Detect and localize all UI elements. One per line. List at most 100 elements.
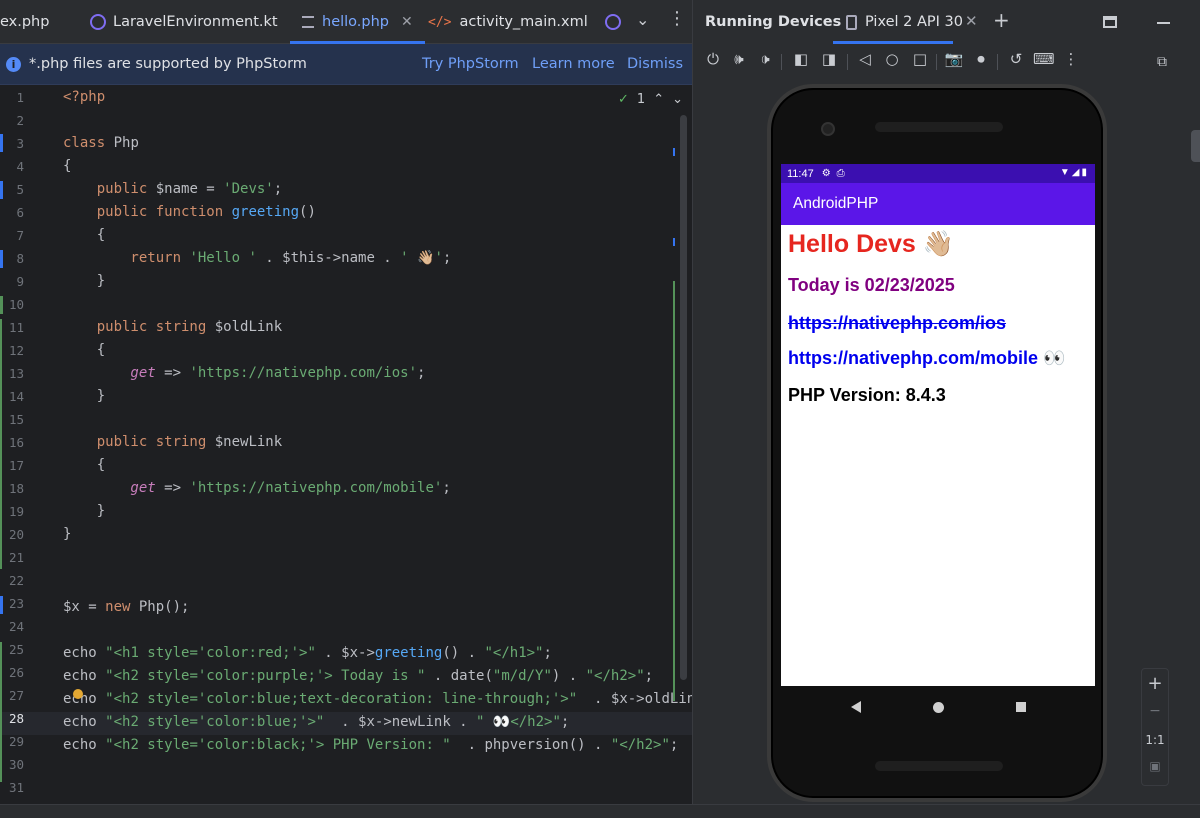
power-icon[interactable]: ⏻ [703,50,723,68]
greeting-heading: Hello Devs 👋🏼 [788,230,954,258]
volume-up-icon[interactable]: 🕪 [729,50,749,68]
zoom-in-button[interactable]: + [1142,673,1168,694]
back-icon[interactable]: ◁ [855,50,875,68]
snapshot-icon[interactable]: ↺ [1006,50,1026,68]
learn-more-link[interactable]: Learn more [532,56,615,72]
toolbar-separator [781,54,782,70]
plugin-banner: i *.php files are supported by PhpStorm … [0,44,692,85]
rotate-left-icon[interactable]: ◧ [791,50,811,68]
code-line: public string $oldLink [63,319,283,335]
info-icon: i [6,56,21,72]
nav-back-icon[interactable] [850,701,861,713]
code-line: { [63,158,72,174]
code-line: public string $newLink [63,434,283,450]
screenshot-icon[interactable]: 📷 [944,50,964,68]
ide-window: ex.php LaravelEnvironment.kt hello.php ✕ … [0,0,1200,818]
close-tab-icon[interactable]: ✕ [401,14,413,30]
status-bar [0,804,1200,818]
tab-device[interactable]: Pixel 2 API 30 [846,14,963,30]
line-number: 3 [16,136,24,151]
added-marker [0,319,2,569]
new-link-heading: https://nativephp.com/mobile 👀 [788,348,1066,368]
code-line: { [63,457,106,473]
line-number: 24 [8,619,24,634]
line-number: 10 [8,297,24,312]
line-number: 14 [8,389,24,404]
minimize-icon[interactable] [1157,22,1170,24]
line-number: 8 [16,251,24,266]
home-icon[interactable]: ○ [882,50,902,68]
line-number: 28 [8,711,24,726]
code-line: return 'Hello ' . $this->name . ' 👋🏼'; [63,250,452,266]
editor-tabbar: ex.php LaravelEnvironment.kt hello.php ✕ … [0,0,692,44]
extended-controls-icon[interactable]: ⌨ [1033,50,1055,68]
close-device-tab-icon[interactable]: ✕ [965,12,978,30]
class-tab-icon[interactable] [605,14,621,30]
line-number: 26 [8,665,24,680]
line-number: 20 [8,527,24,542]
device-toolbar: ⏻ 🕪 🕩 ◧ ◨ ◁ ○ □ 📷 ⏺ ↺ ⌨ ⋮ [693,50,1200,76]
front-camera [821,122,835,136]
code-line: echo "<h2 style='color:blue;text-decorat… [63,691,704,707]
tab-ex-php[interactable]: ex.php [0,0,49,44]
toolbar-separator [997,54,998,70]
intention-bulb-icon[interactable] [73,689,83,699]
zoom-fit-icon[interactable]: ▣ [1142,759,1168,773]
add-device-icon[interactable]: + [993,8,1010,32]
old-link-heading: https://nativephp.com/ios [788,313,1007,333]
tab-activity-main-xml[interactable]: </> activity_main.xml [428,0,588,44]
zoom-out-button[interactable]: − [1142,703,1168,719]
editor-pane: ex.php LaravelEnvironment.kt hello.php ✕ … [0,0,704,818]
panel-scrollbar[interactable] [1191,130,1200,162]
code-line: echo "<h1 style='color:red;'>" . $x->gre… [63,645,552,661]
volume-down-icon[interactable]: 🕩 [755,50,775,68]
kotlin-class-icon [90,14,106,30]
tab-label: hello.php [322,14,389,30]
line-number: 23 [8,596,24,611]
rotate-right-icon[interactable]: ◨ [819,50,839,68]
line-number: 17 [8,458,24,473]
code-line: get => 'https://nativephp.com/mobile'; [63,480,451,496]
status-icons: ⚙⎙ [821,168,851,179]
code-line: } [63,388,106,404]
more-options-icon[interactable]: ⋮ [1061,50,1081,68]
status-time: 11:47 [787,167,814,180]
editor-scrollbar[interactable] [680,115,687,680]
chevron-down-icon[interactable]: ⌄ [636,10,649,29]
line-number: 13 [8,366,24,381]
nav-home-icon[interactable] [932,701,944,713]
tab-hello-php[interactable]: hello.php ✕ [290,0,425,44]
scroll-marker [673,238,675,246]
dismiss-link[interactable]: Dismiss [627,56,683,72]
line-number: 22 [8,573,24,588]
line-number: 1 [16,90,24,105]
line-number: 4 [16,159,24,174]
more-options-icon[interactable]: ⋮ [668,8,686,29]
app-title: AndroidPHP [793,195,879,212]
change-marker [0,181,3,199]
code-editor[interactable]: 1 2 3 4 5 6 7 8 9 10 11 12 13 14 15 16 17 18 19 20 21 22 23 24 2… [0,86,704,804]
nav-recents-icon[interactable] [1015,702,1026,712]
tab-laravel-environment[interactable]: LaravelEnvironment.kt [90,0,278,44]
line-number-gutter: 1 2 3 4 5 6 7 8 9 10 11 12 13 14 15 16 17 18 19 20 21 22 23 24 2… [0,86,60,804]
window-layout-icon[interactable] [1103,16,1117,28]
device-frame: 11:47 ⚙⎙ ▼◢▮ AndroidPHP Hello Devs 👋🏼 To… [767,84,1107,802]
code-line: } [63,503,106,519]
php-file-icon [302,16,314,28]
tab-label: activity_main.xml [459,14,588,30]
xml-file-icon: </> [428,14,452,30]
code-line: echo "<h2 style='color:purple;'> Today i… [63,668,654,684]
screen-record-icon[interactable]: ⏺ [971,50,991,68]
try-phpstorm-link[interactable]: Try PhpStorm [422,56,519,72]
banner-message: *.php files are supported by PhpStorm [29,56,307,72]
line-number: 29 [8,734,24,749]
toolbar-separator [847,54,848,70]
zoom-actual-size-button[interactable]: 1:1 [1142,733,1168,747]
overview-icon[interactable]: □ [910,50,930,68]
android-status-bar: 11:47 ⚙⎙ ▼◢▮ [781,164,1095,183]
tab-label: ex.php [0,14,50,30]
line-number: 21 [8,550,24,565]
app-bar: AndroidPHP [781,183,1095,225]
device-screen[interactable]: 11:47 ⚙⎙ ▼◢▮ AndroidPHP Hello Devs 👋🏼 To… [781,164,1095,686]
device-manager-icon[interactable]: ⧉ [1157,54,1167,70]
